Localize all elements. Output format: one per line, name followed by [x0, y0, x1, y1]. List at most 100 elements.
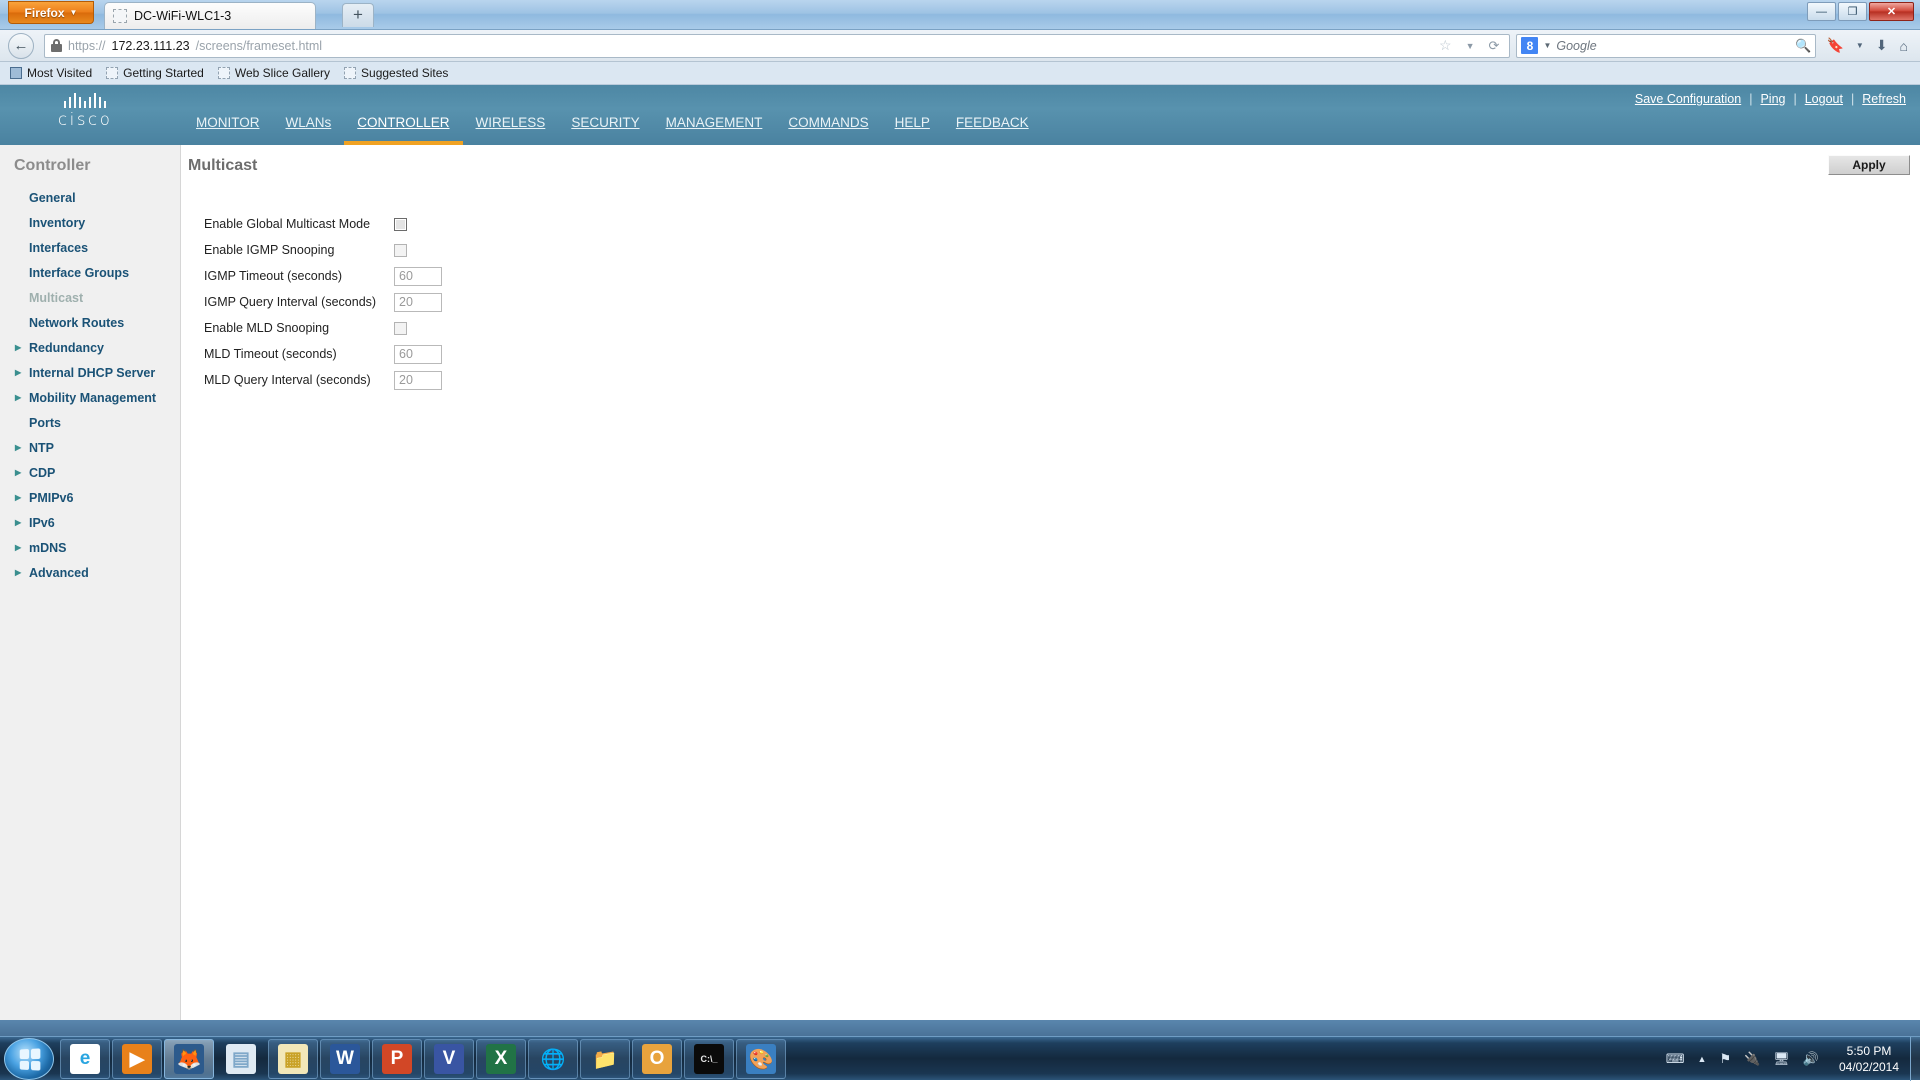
bookmark-item[interactable]: Most Visited [10, 66, 92, 80]
address-bar[interactable]: https:// 172.23.111.23 /screens/frameset… [44, 34, 1510, 58]
nav-wlans[interactable]: WLANs [273, 115, 345, 145]
sidebar-item-interface-groups[interactable]: Interface Groups [0, 260, 180, 285]
action-flag-icon[interactable]: ⚑ [1719, 1051, 1731, 1067]
new-tab-button[interactable]: + [342, 3, 374, 27]
taskbar-clock[interactable]: 5:50 PM 04/02/2014 [1832, 1043, 1906, 1075]
sidebar-title: Controller [0, 145, 180, 185]
sidebar: Controller GeneralInventoryInterfacesInt… [0, 145, 181, 1020]
minimize-button[interactable]: — [1807, 2, 1836, 21]
bookmark-star-icon[interactable]: ☆ [1435, 37, 1456, 54]
taskbar-word[interactable]: W [320, 1039, 370, 1079]
sidebar-item-ipv6[interactable]: ▶IPv6 [0, 510, 180, 535]
taskbar-notepad[interactable]: ▤ [216, 1039, 266, 1079]
nav-security[interactable]: SECURITY [558, 115, 652, 145]
ping-link[interactable]: Ping [1760, 92, 1785, 106]
sidebar-item-multicast[interactable]: Multicast [0, 285, 180, 310]
taskbar-folder[interactable]: 📁 [580, 1039, 630, 1079]
separator: | [1851, 92, 1854, 106]
bookmark-label: Suggested Sites [361, 66, 448, 80]
back-button[interactable]: ← [8, 33, 34, 59]
cisco-bars-icon [58, 93, 112, 108]
field-label: Enable MLD Snooping [204, 321, 394, 335]
mld-query-interval-seconds-input[interactable]: 20 [394, 371, 442, 390]
sidebar-item-label: Redundancy [29, 341, 104, 355]
form-row: IGMP Timeout (seconds)60 [204, 263, 442, 289]
bookmarks-bar: Most Visited Getting Started Web Slice G… [0, 62, 1920, 85]
nav-help[interactable]: HELP [882, 115, 943, 145]
sidebar-item-pmipv6[interactable]: ▶PMIPv6 [0, 485, 180, 510]
taskbar-excel[interactable]: X [476, 1039, 526, 1079]
firefox-menu-button[interactable]: Firefox ▼ [8, 1, 94, 24]
browser-tab[interactable]: DC-WiFi-WLC1-3 [104, 2, 316, 29]
taskbar-powerpoint[interactable]: P [372, 1039, 422, 1079]
taskbar-network-globe[interactable]: 🌐 [528, 1039, 578, 1079]
expand-arrow-icon: ▶ [15, 469, 27, 477]
taskbar-media-player[interactable]: ▶ [112, 1039, 162, 1079]
show-desktop-button[interactable] [1910, 1037, 1920, 1081]
bookmark-label: Most Visited [27, 66, 92, 80]
chevron-down-icon[interactable]: ▼ [1543, 41, 1551, 50]
refresh-link[interactable]: Refresh [1862, 92, 1906, 106]
sidebar-item-general[interactable]: General [0, 185, 180, 210]
chevron-down-icon[interactable]: ▼ [1462, 41, 1479, 51]
sidebar-item-mobility-management[interactable]: ▶Mobility Management [0, 385, 180, 410]
volume-icon[interactable]: 🔊 [1803, 1051, 1819, 1067]
sidebar-item-advanced[interactable]: ▶Advanced [0, 560, 180, 585]
apply-button[interactable]: Apply [1828, 155, 1910, 175]
enable-global-multicast-mode-checkbox[interactable] [394, 218, 407, 231]
clock-date: 04/02/2014 [1832, 1059, 1906, 1075]
taskbar-firefox[interactable]: 🦊 [164, 1039, 214, 1079]
igmp-timeout-seconds-input[interactable]: 60 [394, 267, 442, 286]
taskbar-visio[interactable]: V [424, 1039, 474, 1079]
keyboard-icon[interactable]: ⌨ [1666, 1051, 1685, 1067]
nav-monitor[interactable]: MONITOR [183, 115, 273, 145]
igmp-query-interval-seconds-input[interactable]: 20 [394, 293, 442, 312]
downloads-icon[interactable]: ⬇ [1876, 37, 1888, 54]
show-hidden-icons[interactable]: ▲ [1698, 1054, 1707, 1064]
sidebar-item-network-routes[interactable]: Network Routes [0, 310, 180, 335]
sidebar-item-ports[interactable]: Ports [0, 410, 180, 435]
sidebar-item-redundancy[interactable]: ▶Redundancy [0, 335, 180, 360]
search-input[interactable]: 8 ▼ Google 🔍 [1516, 34, 1816, 58]
sidebar-item-inventory[interactable]: Inventory [0, 210, 180, 235]
sticky-notes-icon: ▦ [278, 1044, 308, 1074]
nav-controller[interactable]: CONTROLLER [344, 115, 462, 145]
bookmarks-menu-icon[interactable]: 🔖 [1826, 37, 1843, 54]
search-icon[interactable]: 🔍 [1795, 38, 1811, 54]
sidebar-item-internal-dhcp-server[interactable]: ▶Internal DHCP Server [0, 360, 180, 385]
mld-timeout-seconds-input[interactable]: 60 [394, 345, 442, 364]
taskbar-internet-explorer[interactable]: e [60, 1039, 110, 1079]
taskbar-command-prompt[interactable]: C:\_ [684, 1039, 734, 1079]
expand-arrow-icon: ▶ [15, 544, 27, 552]
command-prompt-icon: C:\_ [694, 1044, 724, 1074]
paint-icon: 🎨 [746, 1044, 776, 1074]
nav-feedback[interactable]: FEEDBACK [943, 115, 1042, 145]
chevron-down-icon[interactable]: ▼ [1856, 41, 1864, 50]
sidebar-item-ntp[interactable]: ▶NTP [0, 435, 180, 460]
bookmark-item[interactable]: Suggested Sites [344, 66, 448, 80]
taskbar-sticky-notes[interactable]: ▦ [268, 1039, 318, 1079]
enable-mld-snooping-checkbox[interactable] [394, 322, 407, 335]
bookmark-item[interactable]: Getting Started [106, 66, 204, 80]
home-icon[interactable]: ⌂ [1900, 38, 1908, 54]
sidebar-item-interfaces[interactable]: Interfaces [0, 235, 180, 260]
sidebar-item-label: IPv6 [29, 516, 55, 530]
start-button[interactable] [4, 1038, 54, 1080]
network-icon[interactable]: 🖥 [1773, 1051, 1790, 1067]
nav-wireless[interactable]: WIRELESS [463, 115, 559, 145]
power-plug-icon[interactable]: 🔌 [1744, 1051, 1760, 1067]
taskbar-outlook[interactable]: O [632, 1039, 682, 1079]
logout-link[interactable]: Logout [1805, 92, 1843, 106]
nav-commands[interactable]: COMMANDS [775, 115, 881, 145]
save-configuration-link[interactable]: Save Configuration [1635, 92, 1741, 106]
sidebar-item-cdp[interactable]: ▶CDP [0, 460, 180, 485]
sidebar-item-mdns[interactable]: ▶mDNS [0, 535, 180, 560]
restore-button[interactable]: ❐ [1838, 2, 1867, 21]
nav-management[interactable]: MANAGEMENT [653, 115, 776, 145]
bookmark-item[interactable]: Web Slice Gallery [218, 66, 330, 80]
enable-igmp-snooping-checkbox[interactable] [394, 244, 407, 257]
multicast-form: Enable Global Multicast ModeEnable IGMP … [204, 211, 442, 393]
close-button[interactable]: ✕ [1869, 2, 1914, 21]
taskbar-paint[interactable]: 🎨 [736, 1039, 786, 1079]
reload-icon[interactable]: ⟳ [1485, 38, 1504, 54]
